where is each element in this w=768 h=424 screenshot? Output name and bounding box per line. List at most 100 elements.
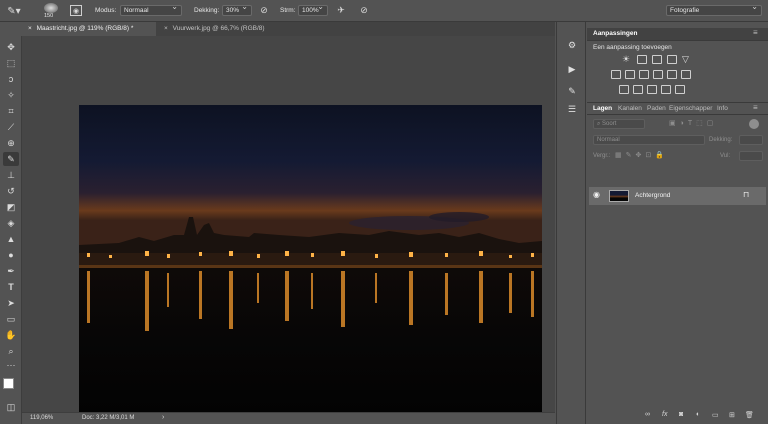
tab-channels[interactable]: Kanalen bbox=[618, 105, 642, 112]
add-mask-icon[interactable]: ◙ bbox=[679, 411, 683, 418]
brush-panel-icon[interactable]: ✎ bbox=[565, 84, 579, 98]
pressure-size-icon[interactable]: ⊘ bbox=[358, 4, 370, 16]
workspace-select[interactable]: Fotografie bbox=[666, 3, 762, 16]
brightness-contrast-icon[interactable]: ☀ bbox=[622, 55, 632, 64]
history-brush-tool-icon[interactable]: ↺ bbox=[3, 184, 19, 198]
quick-mask-icon[interactable]: ◫ bbox=[3, 400, 19, 414]
right-panels: Aanpassingen ≡ Een aanpassing toevoegen … bbox=[587, 22, 768, 424]
lasso-tool-icon[interactable]: ↄ bbox=[3, 72, 19, 86]
rectangle-tool-icon[interactable]: ▭ bbox=[3, 312, 19, 326]
document-canvas[interactable] bbox=[22, 36, 555, 414]
tab-close-icon[interactable]: × bbox=[164, 25, 168, 32]
status-menu-chevron-icon[interactable]: › bbox=[162, 414, 164, 421]
tools-panel: ✥ ⬚ ↄ ✧ ⌗ ⟋ ⊕ ✎ ⊥ ↺ ◩ ◈ ▲ ● ✒ T ➤ ▭ ✋ ⌕ … bbox=[0, 36, 22, 424]
photo-maastricht-night[interactable] bbox=[79, 105, 542, 414]
invert-icon[interactable] bbox=[619, 85, 629, 94]
more-tools-icon[interactable]: ··· bbox=[3, 358, 19, 372]
foreground-color-swatch[interactable] bbox=[3, 378, 14, 389]
gradient-map-icon[interactable] bbox=[661, 85, 671, 94]
hue-saturation-icon[interactable] bbox=[611, 70, 621, 79]
airbrush-icon[interactable]: ✈ bbox=[334, 4, 348, 16]
layer-filter-icons[interactable]: ▣◑T⬚▢ bbox=[669, 119, 717, 127]
photo-filter-icon[interactable] bbox=[653, 70, 663, 79]
brush-tip-preview[interactable] bbox=[44, 3, 58, 13]
new-layer-icon[interactable]: ⊞ bbox=[729, 411, 735, 419]
fill-label: Vul: bbox=[720, 153, 731, 159]
filter-toggle-icon[interactable] bbox=[749, 119, 759, 129]
marquee-tool-icon[interactable]: ⬚ bbox=[3, 56, 19, 70]
history-panel-icon[interactable]: ⚙ bbox=[565, 38, 579, 52]
hand-tool-icon[interactable]: ✋ bbox=[3, 328, 19, 342]
document-tabs: × Maastricht.jpg @ 119% (RGB/8) * × Vuur… bbox=[22, 22, 555, 36]
layer-row-background[interactable]: ◉ Achtergrond ⊓ bbox=[589, 187, 766, 205]
exposure-icon[interactable] bbox=[667, 55, 677, 64]
healing-brush-tool-icon[interactable]: ⊕ bbox=[3, 136, 19, 150]
layer-thumbnail bbox=[609, 190, 629, 202]
path-selection-tool-icon[interactable]: ➤ bbox=[3, 296, 19, 310]
quick-selection-tool-icon[interactable]: ✧ bbox=[3, 88, 19, 102]
adjustments-tab-row: Aanpassingen ≡ bbox=[587, 28, 768, 41]
brush-tool-icon[interactable]: ✎ bbox=[3, 152, 19, 166]
clone-stamp-tool-icon[interactable]: ⊥ bbox=[3, 168, 19, 182]
color-lookup-icon[interactable] bbox=[681, 70, 691, 79]
tab-layers[interactable]: Lagen bbox=[593, 105, 612, 112]
lock-icon[interactable]: ⊓ bbox=[743, 190, 749, 199]
threshold-icon[interactable] bbox=[647, 85, 657, 94]
panel-menu-icon[interactable]: ≡ bbox=[753, 103, 758, 112]
tab-close-icon[interactable]: × bbox=[28, 25, 32, 32]
fill-field[interactable] bbox=[739, 151, 763, 161]
panel-menu-icon[interactable]: ≡ bbox=[753, 28, 758, 37]
channel-mixer-icon[interactable] bbox=[667, 70, 677, 79]
levels-icon[interactable] bbox=[637, 55, 647, 64]
curves-icon[interactable] bbox=[652, 55, 662, 64]
eyedropper-tool-icon[interactable]: ⟋ bbox=[3, 120, 19, 134]
pen-tool-icon[interactable]: ✒ bbox=[3, 264, 19, 278]
flow-label: Strm: bbox=[280, 7, 296, 14]
layer-style-icon[interactable]: fx bbox=[662, 411, 667, 418]
tab-properties[interactable]: Eigenschapper bbox=[669, 105, 712, 112]
layer-kind-value: Soort bbox=[602, 121, 617, 127]
options-bar: ✎▾ 150 ◉ Modus: Normaal Dekking: 30% ⊘ S… bbox=[0, 0, 768, 22]
actions-play-icon[interactable]: ▶ bbox=[565, 62, 579, 76]
new-group-icon[interactable]: ▭ bbox=[712, 411, 719, 419]
move-tool-icon[interactable]: ✥ bbox=[3, 40, 19, 54]
adjustment-layer-icon[interactable]: ◐ bbox=[696, 411, 700, 418]
vibrance-icon[interactable]: ▽ bbox=[682, 55, 692, 64]
mode-select[interactable]: Normaal bbox=[120, 3, 182, 16]
delete-layer-icon[interactable]: 🗑 bbox=[745, 411, 754, 419]
properties-panel-icon[interactable]: ☰ bbox=[565, 102, 579, 116]
lock-icons[interactable]: ▦✎✥⊡🔒 bbox=[615, 151, 668, 159]
layer-name[interactable]: Achtergrond bbox=[635, 192, 670, 199]
visibility-eye-icon[interactable]: ◉ bbox=[593, 190, 600, 199]
brush-settings-icon[interactable]: ◉ bbox=[70, 5, 82, 16]
dodge-tool-icon[interactable]: ● bbox=[3, 248, 19, 262]
crop-tool-icon[interactable]: ⌗ bbox=[3, 104, 19, 118]
black-white-icon[interactable] bbox=[639, 70, 649, 79]
color-balance-icon[interactable] bbox=[625, 70, 635, 79]
lock-label: Vergr.: bbox=[593, 153, 611, 159]
blur-tool-icon[interactable]: ▲ bbox=[3, 232, 19, 246]
flow-field[interactable]: 100% bbox=[298, 3, 328, 16]
brush-tool-preset-icon[interactable]: ✎▾ bbox=[4, 4, 24, 18]
layer-kind-filter[interactable]: ⌕ Soort bbox=[593, 119, 645, 129]
pressure-opacity-icon[interactable]: ⊘ bbox=[258, 4, 270, 16]
zoom-tool-icon[interactable]: ⌕ bbox=[3, 344, 19, 358]
tab-paths[interactable]: Paden bbox=[647, 105, 666, 112]
eraser-tool-icon[interactable]: ◩ bbox=[3, 200, 19, 214]
tab-maastricht[interactable]: × Maastricht.jpg @ 119% (RGB/8) * bbox=[22, 22, 156, 36]
selective-color-icon[interactable] bbox=[675, 85, 685, 94]
tab-adjustments[interactable]: Aanpassingen bbox=[593, 30, 637, 37]
link-layers-icon[interactable]: ∞ bbox=[645, 411, 650, 418]
paint-bucket-tool-icon[interactable]: ◈ bbox=[3, 216, 19, 230]
opacity-field[interactable]: 30% bbox=[222, 3, 252, 16]
posterize-icon[interactable] bbox=[633, 85, 643, 94]
type-tool-icon[interactable]: T bbox=[3, 280, 19, 294]
document-size: Doc: 3,22 M/3,01 M bbox=[82, 415, 135, 421]
layer-opacity-field[interactable] bbox=[739, 135, 763, 145]
mode-label: Modus: bbox=[95, 7, 117, 14]
tab-vuurwerk[interactable]: × Vuurwerk.jpg @ 66,7% (RGB/8) bbox=[158, 22, 298, 36]
tab-info[interactable]: Info bbox=[717, 105, 728, 112]
layers-tab-row: Lagen Kanalen Paden Eigenschapper Info ≡ bbox=[587, 102, 768, 115]
zoom-level[interactable]: 119,06% bbox=[30, 415, 53, 421]
blend-mode-select[interactable]: Normaal bbox=[593, 135, 705, 145]
